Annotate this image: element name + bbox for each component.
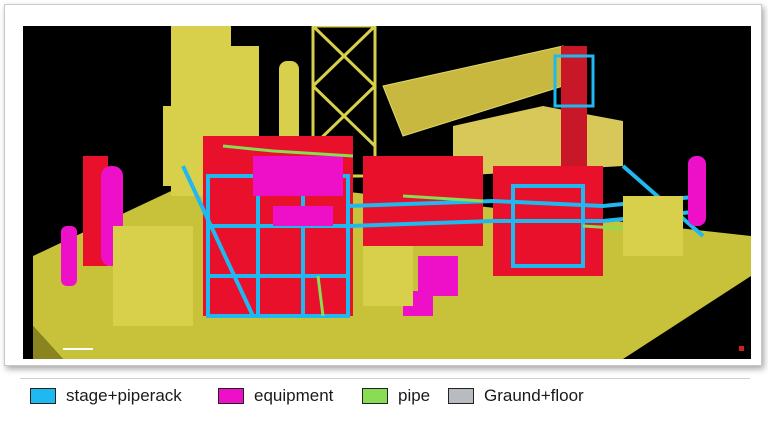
legend-label-stage-piperack: stage+piperack <box>66 386 182 405</box>
legend-swatch-pipe <box>362 388 388 404</box>
legend-item-equipment: equipment <box>218 386 333 406</box>
image-frame <box>4 4 762 366</box>
legend-label-ground-floor: Graund+floor <box>484 386 584 405</box>
legend-swatch-equipment <box>218 388 244 404</box>
scale-bar <box>63 348 93 350</box>
point-cloud-scene <box>23 26 751 359</box>
legend-label-equipment: equipment <box>254 386 334 405</box>
legend-item-ground-floor: Graund+floor <box>448 386 584 406</box>
legend-swatch-stage-piperack <box>30 388 56 404</box>
legend-swatch-ground-floor <box>448 388 474 404</box>
right-tower <box>561 46 587 186</box>
legend-label-pipe: pipe <box>398 386 431 405</box>
axis-indicator <box>739 346 744 351</box>
plant-illustration <box>23 26 751 359</box>
legend: stage+piperack equipment pipe Graund+flo… <box>20 378 750 417</box>
legend-item-stage-piperack: stage+piperack <box>30 386 182 406</box>
legend-item-pipe: pipe <box>362 386 430 406</box>
